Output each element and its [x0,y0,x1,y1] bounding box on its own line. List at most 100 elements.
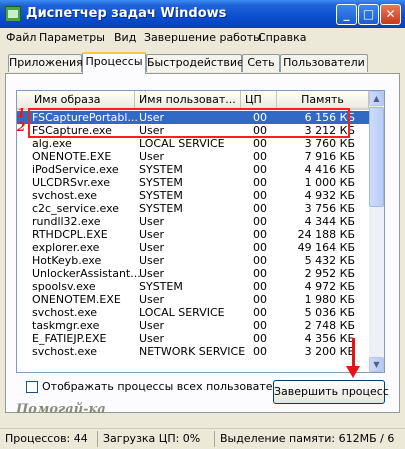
process-memory: 5 432 КБ [304,254,355,267]
task-manager-icon [5,6,21,22]
tab-applications[interactable]: Приложения [8,54,83,72]
process-row[interactable]: ULCDRSvr.exe SYSTEM 00 1 000 КБ [17,176,369,189]
process-memory: 2 748 КБ [304,319,355,332]
tab-users[interactable]: Пользователи [280,54,368,72]
process-memory: 7 916 КБ [304,150,355,163]
process-user: User [139,215,165,228]
process-row[interactable]: spoolsv.exe SYSTEM 00 4 972 КБ [17,280,369,293]
process-cpu: 00 [253,293,267,306]
process-cpu: 00 [253,345,267,358]
process-row[interactable]: ONENOTE.EXE User 00 7 916 КБ [17,150,369,163]
maximize-button[interactable]: □ [358,4,379,25]
menu-view[interactable]: Вид [114,31,136,44]
close-button[interactable]: ✕ [380,4,401,25]
process-cpu: 00 [253,137,267,150]
process-row[interactable]: svchost.exe SYSTEM 00 4 932 КБ [17,189,369,202]
process-row[interactable]: alg.exe LOCAL SERVICE 00 3 760 КБ [17,137,369,150]
process-user: SYSTEM [139,280,183,293]
vertical-scrollbar[interactable]: ▲ ▼ [369,91,384,372]
menu-options[interactable]: Параметры [39,31,105,44]
process-rows: FSCapturePortabl... User 00 6 156 КБ FSCaptu… [17,111,369,358]
process-row[interactable]: rundll32.exe User 00 4 344 КБ [17,215,369,228]
process-user: User [139,267,165,280]
process-cpu: 00 [253,280,267,293]
column-memory[interactable]: Память [277,91,369,108]
column-cpu[interactable]: ЦП [241,91,277,108]
show-all-users-checkbox[interactable] [26,381,38,393]
show-all-users-label[interactable]: Отображать процессы всех пользователей [42,380,293,393]
process-memory: 3 200 КБ [304,345,355,358]
process-row[interactable]: RTHDCPL.EXE User 00 24 188 КБ [17,228,369,241]
process-name: E_FATIEJP.EXE [32,332,107,345]
status-processes: Процессов: 44 [5,432,88,445]
process-user: SYSTEM [139,163,183,176]
end-process-button[interactable]: Завершить процесс [273,380,389,404]
process-cpu: 00 [253,215,267,228]
tab-network[interactable]: Сеть [242,54,280,72]
process-cpu: 00 [253,150,267,163]
process-name: ONENOTE.EXE [32,150,112,163]
process-memory: 4 972 КБ [304,280,355,293]
process-row[interactable]: UnlockerAssistant... User 00 2 952 КБ [17,267,369,280]
process-memory: 4 932 КБ [304,189,355,202]
process-user: LOCAL SERVICE [139,137,225,150]
status-bar: Процессов: 44 Загрузка ЦП: 0% Выделение … [0,428,405,449]
minimize-button[interactable]: _ [336,4,357,25]
status-memory: Выделение памяти: 612МБ / 6 [220,432,395,445]
process-memory: 1 000 КБ [304,176,355,189]
scroll-down-button[interactable]: ▼ [369,357,384,372]
process-row[interactable]: HotKeyb.exe User 00 5 432 КБ [17,254,369,267]
process-cpu: 00 [253,202,267,215]
process-name: rundll32.exe [32,215,101,228]
menu-help[interactable]: Справка [258,31,306,44]
process-memory: 1 980 КБ [304,293,355,306]
process-cpu: 00 [253,254,267,267]
column-image-name[interactable]: Имя образа [17,91,135,108]
process-user: LOCAL SERVICE [139,306,225,319]
process-cpu: 00 [253,176,267,189]
tab-processes[interactable]: Процессы [82,52,146,74]
column-user-name[interactable]: Имя пользоват... [135,91,241,108]
annotation-arrow-head [346,366,360,378]
process-row[interactable]: explorer.exe User 00 49 164 КБ [17,241,369,254]
title-bar[interactable]: Диспетчер задач Windows _ □ ✕ [0,0,405,28]
process-memory: 24 188 КБ [297,228,355,241]
scroll-thumb[interactable] [369,107,384,207]
watermark: Помогай-ка [16,402,106,417]
menu-file[interactable]: Файл [6,31,36,44]
window-title: Диспетчер задач Windows [26,6,227,21]
process-user: User [139,319,165,332]
process-cpu: 00 [253,267,267,280]
process-user: NETWORK SERVICE [139,345,246,358]
status-cpu: Загрузка ЦП: 0% [103,432,201,445]
process-memory: 4 356 КБ [304,332,355,345]
process-user: User [139,150,165,163]
process-name: UnlockerAssistant... [32,267,141,280]
process-memory: 3 756 КБ [304,202,355,215]
process-cpu: 00 [253,189,267,202]
process-row[interactable]: taskmgr.exe User 00 2 748 КБ [17,319,369,332]
process-row[interactable]: c2c_service.exe SYSTEM 00 3 756 КБ [17,202,369,215]
process-row[interactable]: ONENOTEM.EXE User 00 1 980 КБ [17,293,369,306]
process-row[interactable]: svchost.exe NETWORK SERVICE 00 3 200 КБ [17,345,369,358]
scroll-up-button[interactable]: ▲ [369,91,384,106]
process-row[interactable]: E_FATIEJP.EXE User 00 4 356 КБ [17,332,369,345]
annotation-number-2: 2 [17,120,26,134]
process-user: User [139,241,165,254]
process-name: alg.exe [32,137,72,150]
menu-shutdown[interactable]: Завершение работы [144,31,262,44]
tab-performance[interactable]: Быстродействие [146,54,244,72]
process-memory: 4 416 КБ [304,163,355,176]
process-name: svchost.exe [32,189,98,202]
process-user: SYSTEM [139,202,183,215]
process-row[interactable]: svchost.exe LOCAL SERVICE 00 5 036 КБ [17,306,369,319]
process-name: svchost.exe [32,306,98,319]
process-user: User [139,228,165,241]
menu-bar: Файл Параметры Вид Завершение работы Спр… [0,28,405,48]
process-cpu: 00 [253,306,267,319]
process-name: ULCDRSvr.exe [32,176,110,189]
process-cpu: 00 [253,319,267,332]
process-name: iPodService.exe [32,163,119,176]
process-row[interactable]: iPodService.exe SYSTEM 00 4 416 КБ [17,163,369,176]
process-cpu: 00 [253,241,267,254]
